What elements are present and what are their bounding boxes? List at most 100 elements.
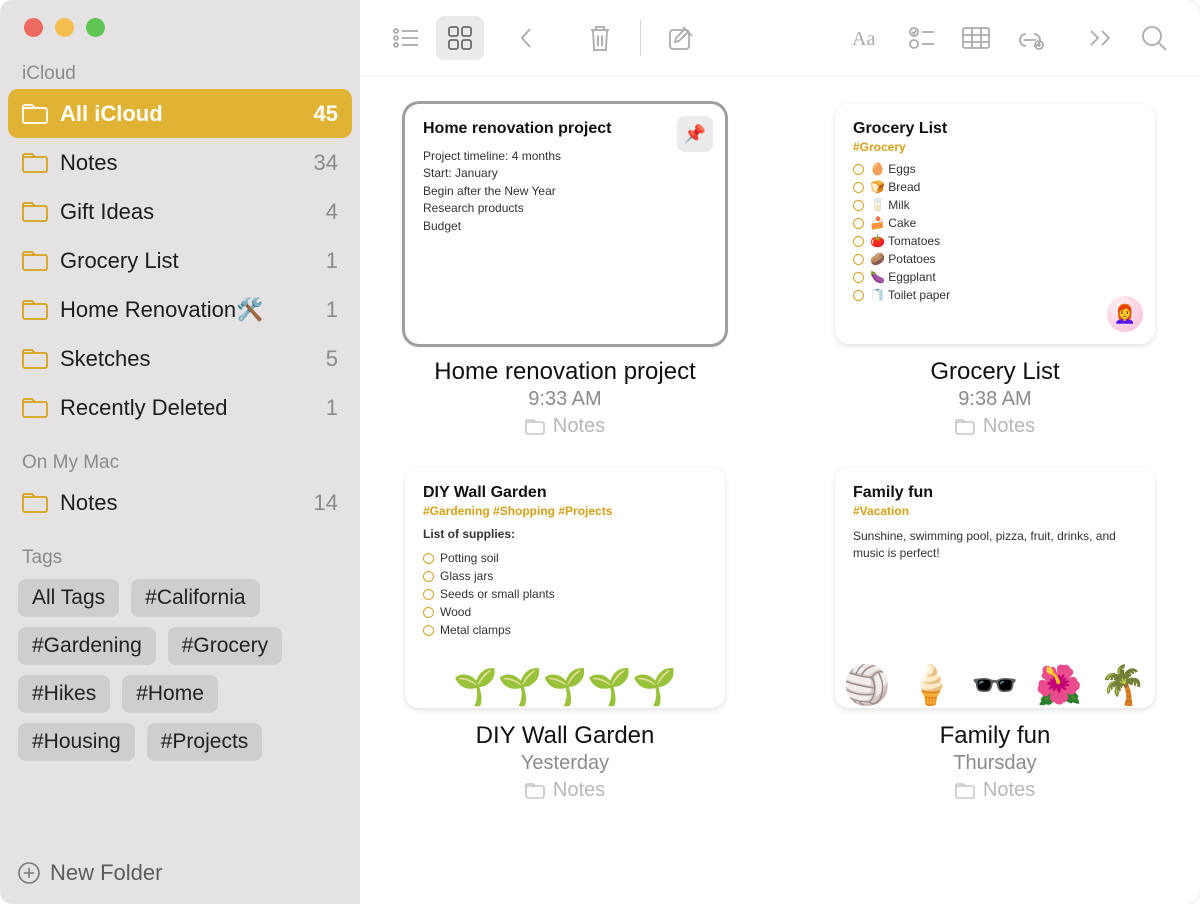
more-button[interactable]	[1076, 16, 1124, 60]
checkbox-icon	[423, 553, 434, 564]
folder-local-notes[interactable]: Notes 14	[8, 478, 352, 527]
search-button[interactable]	[1130, 16, 1178, 60]
folder-icon	[22, 349, 48, 369]
shared-avatar-icon: 👩‍🦰	[1107, 296, 1143, 332]
tag-california[interactable]: #California	[131, 579, 259, 617]
check-label: 🧻 Toilet paper	[870, 286, 950, 304]
note-cell: Home renovation project Project timeline…	[400, 104, 730, 438]
note-cell: DIY Wall Garden #Gardening #Shopping #Pr…	[400, 468, 730, 802]
folder-icon	[22, 104, 48, 124]
table-button[interactable]	[952, 16, 1000, 60]
folder-icon	[22, 251, 48, 271]
card-body: Project timeline: 4 months Start: Januar…	[423, 148, 707, 235]
main-area: Aa Home renovation project	[360, 0, 1200, 904]
note-folder: Notes	[525, 415, 605, 438]
note-card-diy-wall-garden[interactable]: DIY Wall Garden #Gardening #Shopping #Pr…	[405, 468, 725, 708]
checkbox-icon	[853, 290, 864, 301]
section-label-tags: Tags	[0, 541, 360, 573]
folder-notes[interactable]: Notes 34	[8, 138, 352, 187]
checklist-button[interactable]	[898, 16, 946, 60]
tag-housing[interactable]: #Housing	[18, 723, 135, 761]
note-card-family-fun[interactable]: Family fun #Vacation Sunshine, swimming …	[835, 468, 1155, 708]
tag-all[interactable]: All Tags	[18, 579, 119, 617]
folder-count: 1	[326, 395, 338, 421]
section-label-onmymac: On My Mac	[0, 446, 360, 478]
note-folder-label: Notes	[553, 779, 605, 802]
folder-grocery-list[interactable]: Grocery List 1	[8, 236, 352, 285]
sidebar: iCloud All iCloud 45 Notes 34 Gift Ideas…	[0, 0, 360, 904]
note-folder: Notes	[525, 779, 605, 802]
checkbox-icon	[423, 589, 434, 600]
format-button[interactable]: Aa	[844, 16, 892, 60]
minimize-button[interactable]	[55, 18, 74, 37]
folder-name: Grocery List	[60, 248, 314, 274]
folder-count: 1	[326, 248, 338, 274]
folder-icon	[525, 419, 545, 435]
back-button[interactable]	[502, 16, 550, 60]
note-card-grocery-list[interactable]: Grocery List #Grocery 🥚 Eggs 🍞 Bread 🥛 M…	[835, 104, 1155, 344]
notes-grid: Home renovation project Project timeline…	[360, 76, 1200, 904]
compose-button[interactable]	[657, 16, 705, 60]
app-window: iCloud All iCloud 45 Notes 34 Gift Ideas…	[0, 0, 1200, 904]
window-controls	[0, 18, 360, 57]
toolbar-separator	[640, 20, 641, 56]
note-time: 9:33 AM	[528, 388, 601, 411]
card-tags: #Vacation	[853, 504, 1137, 518]
check-label: 🥛 Milk	[870, 196, 910, 214]
note-cell: Family fun #Vacation Sunshine, swimming …	[830, 468, 1160, 802]
folder-name: Gift Ideas	[60, 199, 314, 225]
folder-list-onmymac: Notes 14	[0, 478, 360, 527]
folder-home-renovation[interactable]: Home Renovation🛠️ 1	[8, 285, 352, 334]
note-folder-label: Notes	[983, 415, 1035, 438]
checkbox-icon	[853, 218, 864, 229]
list-view-button[interactable]	[382, 16, 430, 60]
new-folder-label: New Folder	[50, 860, 162, 886]
folder-count: 45	[314, 101, 338, 127]
folder-count: 5	[326, 346, 338, 372]
folder-icon	[22, 202, 48, 222]
folder-recently-deleted[interactable]: Recently Deleted 1	[8, 383, 352, 432]
folder-gift-ideas[interactable]: Gift Ideas 4	[8, 187, 352, 236]
svg-text:Aa: Aa	[852, 28, 875, 50]
section-label-icloud: iCloud	[0, 57, 360, 89]
toolbar: Aa	[360, 0, 1200, 76]
checkbox-icon	[423, 571, 434, 582]
close-button[interactable]	[24, 18, 43, 37]
tag-projects[interactable]: #Projects	[147, 723, 263, 761]
maximize-button[interactable]	[86, 18, 105, 37]
folder-icon	[22, 153, 48, 173]
folder-icon	[525, 783, 545, 799]
card-subhead: List of supplies:	[423, 526, 707, 543]
checkbox-icon	[853, 236, 864, 247]
folder-sketches[interactable]: Sketches 5	[8, 334, 352, 383]
grid-view-button[interactable]	[436, 16, 484, 60]
delete-button[interactable]	[576, 16, 624, 60]
checkbox-icon	[853, 254, 864, 265]
note-title: Grocery List	[930, 358, 1059, 386]
folder-count: 14	[314, 490, 338, 516]
link-button[interactable]	[1006, 16, 1054, 60]
folder-name: Sketches	[60, 346, 314, 372]
folder-all-icloud[interactable]: All iCloud 45	[8, 89, 352, 138]
folder-count: 4	[326, 199, 338, 225]
folder-count: 1	[326, 297, 338, 323]
note-card-home-renovation[interactable]: Home renovation project Project timeline…	[405, 104, 725, 344]
note-cell: Grocery List #Grocery 🥚 Eggs 🍞 Bread 🥛 M…	[830, 104, 1160, 438]
checkbox-icon	[853, 272, 864, 283]
tag-home[interactable]: #Home	[122, 675, 218, 713]
folder-icon	[22, 300, 48, 320]
new-folder-button[interactable]: New Folder	[0, 846, 360, 904]
folder-icon	[22, 398, 48, 418]
note-time: Thursday	[953, 752, 1036, 775]
card-title: Grocery List	[853, 120, 1137, 138]
folder-icon	[955, 783, 975, 799]
tag-hikes[interactable]: #Hikes	[18, 675, 110, 713]
note-title: DIY Wall Garden	[476, 722, 655, 750]
card-title: Family fun	[853, 484, 1137, 502]
folder-name: Recently Deleted	[60, 395, 314, 421]
tag-grocery[interactable]: #Grocery	[168, 627, 282, 665]
note-folder: Notes	[955, 779, 1035, 802]
tag-gardening[interactable]: #Gardening	[18, 627, 156, 665]
note-folder: Notes	[955, 415, 1035, 438]
folder-name: Home Renovation🛠️	[60, 297, 314, 323]
